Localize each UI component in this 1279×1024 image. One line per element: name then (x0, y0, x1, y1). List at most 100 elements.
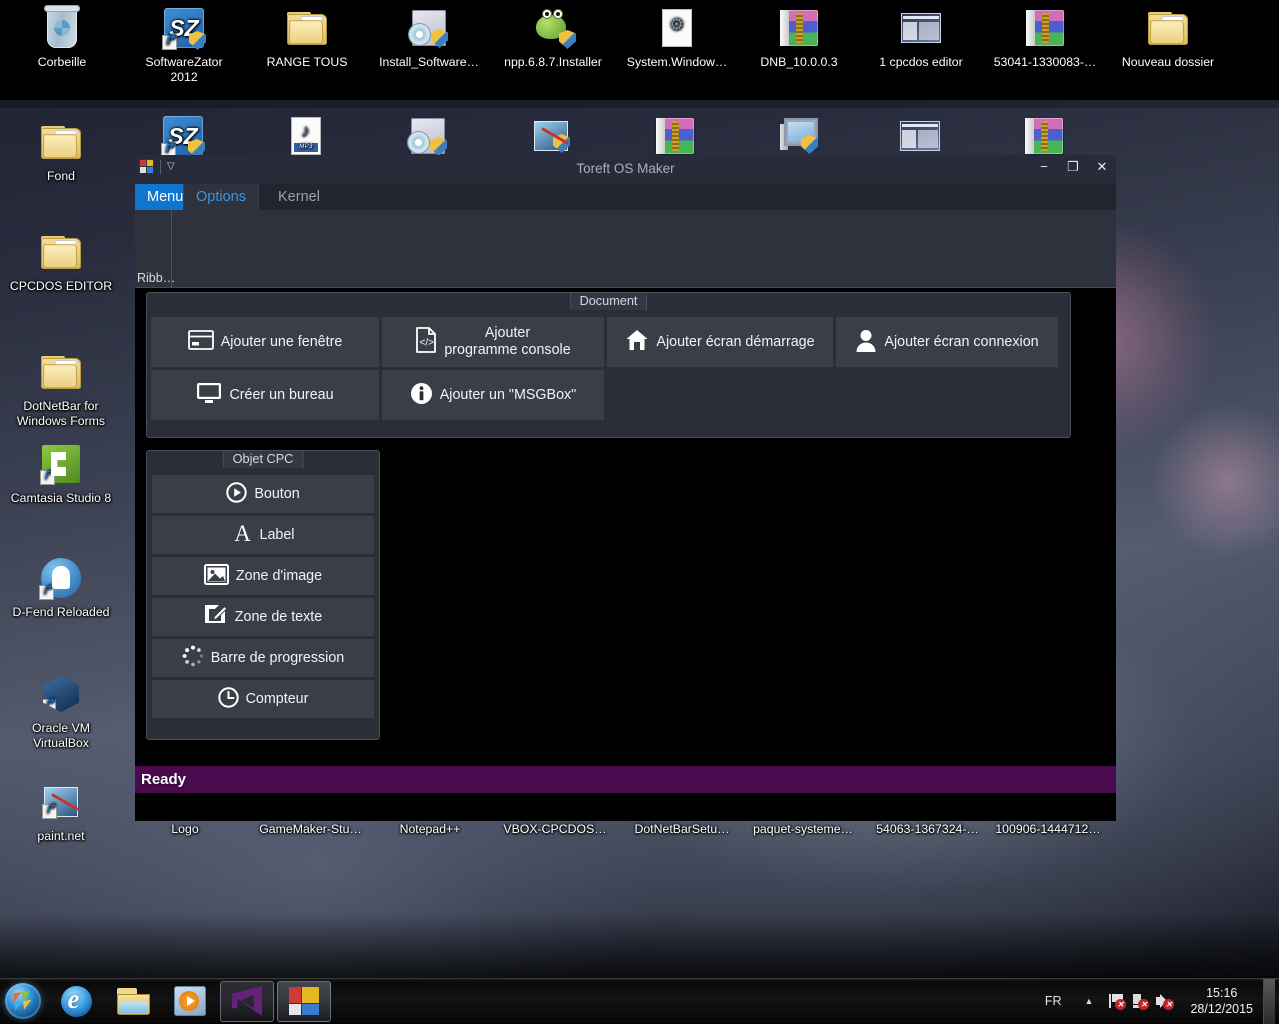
windows-taskbar[interactable]: FR ▲ ✕ ✕ ✕ 15:16 28/12/2015 (0, 978, 1279, 1023)
ribbon-group-label: Ribb… (137, 271, 175, 285)
ribbon-panel-zone: Document Ajouter une fenêtre</>Ajouter p… (135, 288, 1116, 766)
chevron-up-icon[interactable]: ▲ (1074, 996, 1105, 1006)
desktop-icon-label: Fond (9, 169, 113, 184)
tab-kernel[interactable]: Kernel (266, 184, 332, 210)
desktop-icon[interactable]: Oracle VM VirtualBox (9, 670, 113, 750)
winrar-archive-icon (1016, 112, 1072, 160)
document-button-5[interactable]: Créer un bureau (151, 370, 379, 420)
folder-icon (255, 4, 359, 52)
objet-cpc-button-5[interactable]: Barre de progression (152, 639, 374, 677)
ribbon-tabstrip[interactable]: Menu Options Kernel (135, 184, 1116, 210)
desktop-icon[interactable]: Fond (9, 118, 113, 184)
desktop-icon-label: RANGE TOUS (255, 55, 359, 70)
objet-cpc-button-1[interactable]: Bouton (152, 475, 374, 513)
desktop-icon-label: Nouveau dossier (1116, 55, 1220, 70)
desktop-icon[interactable]: npp.6.8.7.Installer (501, 4, 605, 70)
window-controls[interactable]: − ❐ ✕ (1036, 159, 1110, 175)
desktop-icon[interactable]: DNB_10.0.0.3 (747, 4, 851, 70)
screenshot-icon (869, 4, 973, 52)
monitor-icon (196, 382, 222, 408)
play-circle-icon (226, 482, 247, 507)
winrar-archive-icon (993, 4, 1097, 52)
desktop-icon-label: DotNetBar for Windows Forms (9, 399, 113, 428)
taskbar-button-internet-explorer[interactable] (49, 981, 103, 1022)
desktop-icon[interactable]: paint.net (9, 778, 113, 844)
objet-cpc-button-2[interactable]: ALabel (152, 516, 374, 554)
desktop-icon[interactable]: CPCDOS EDITOR (9, 228, 113, 294)
start-orb-icon[interactable] (0, 979, 46, 1023)
desktop-icon-label: Install_Software… (377, 55, 481, 70)
desktop-icon-label: 53041-1330083-… (993, 55, 1097, 70)
panel-objet-cpc-caption: Objet CPC (223, 450, 304, 468)
media-player-icon (174, 986, 206, 1016)
internet-explorer-icon (61, 986, 92, 1017)
folder-icon (9, 228, 113, 276)
mp3-file-icon: ♪MP3 (278, 112, 334, 160)
spinner-icon (182, 645, 204, 671)
desktop-icon[interactable]: Nouveau dossier (1116, 4, 1220, 70)
system-tray[interactable]: FR ▲ ✕ ✕ ✕ 15:16 28/12/2015 (1033, 979, 1279, 1024)
virtualbox-icon (9, 670, 113, 718)
desktop-icon-label: DotNetBarSetu… (618, 822, 746, 837)
desktop-icon-label: 54063-1367324-… (860, 822, 995, 837)
desktop-icon[interactable]: Corbeille (10, 4, 114, 70)
button-label: Ajouter programme console (444, 325, 570, 359)
softwarezator-icon: SZ (132, 4, 236, 52)
home-icon (625, 329, 649, 355)
taskbar-button-windows-explorer[interactable] (106, 981, 160, 1022)
desktop-icon-label: Oracle VM VirtualBox (9, 721, 113, 750)
action-center-flag-icon[interactable]: ✕ (1104, 986, 1128, 1016)
maximize-button[interactable]: ❐ (1065, 159, 1081, 175)
desktop-icon[interactable]: Camtasia Studio 8 (9, 440, 113, 506)
desktop-icon-label: GameMaker-Stu… (248, 822, 373, 837)
desktop-icon-label: Camtasia Studio 8 (9, 491, 113, 506)
close-button[interactable]: ✕ (1094, 159, 1110, 175)
desktop-icon-label: DNB_10.0.0.3 (747, 55, 851, 70)
window-title: Toreft OS Maker (135, 161, 1116, 176)
document-button-1[interactable]: Ajouter une fenêtre (151, 317, 379, 367)
desktop-icon[interactable]: 1 cpcdos editor (869, 4, 973, 70)
document-button-6[interactable]: Ajouter un "MSGBox" (382, 370, 604, 420)
desktop-icon-label: paquet-systeme… (742, 822, 864, 837)
toreft-os-maker-window[interactable]: ▽ Toreft OS Maker − ❐ ✕ Menu Options Ker… (135, 155, 1116, 821)
objet-cpc-button-4[interactable]: Zone de texte (152, 598, 374, 636)
tab-options[interactable]: Options (183, 184, 259, 210)
window-titlebar[interactable]: ▽ Toreft OS Maker − ❐ ✕ (135, 155, 1116, 184)
button-label: Ajouter une fenêtre (221, 334, 343, 351)
taskbar-button-media-player[interactable] (163, 981, 217, 1022)
language-indicator[interactable]: FR (1033, 994, 1074, 1008)
image-icon (204, 564, 229, 589)
desktop-icon[interactable]: D-Fend Reloaded (9, 554, 113, 620)
document-button-3[interactable]: Ajouter écran démarrage (607, 317, 833, 367)
network-icon[interactable]: ✕ (1128, 986, 1152, 1016)
objet-cpc-button-3[interactable]: Zone d'image (152, 557, 374, 595)
minimize-button[interactable]: − (1036, 159, 1052, 175)
taskbar-button-toreft-os-maker[interactable] (277, 981, 331, 1022)
show-desktop-button[interactable] (1263, 979, 1275, 1024)
desktop-icon[interactable]: SZSoftwareZator 2012 (132, 4, 236, 84)
desktop-icon-label: 100906-1444712… (984, 822, 1112, 837)
desktop-icon-label: D-Fend Reloaded (9, 605, 113, 620)
button-label: Zone d'image (236, 568, 322, 585)
code-file-icon: </> (415, 327, 437, 357)
volume-icon[interactable]: ✕ (1152, 986, 1176, 1016)
visual-studio-icon (232, 986, 262, 1016)
status-text: Ready (135, 771, 186, 788)
notepadpp-installer-icon (501, 4, 605, 52)
button-label: Bouton (254, 486, 299, 503)
button-label: Ajouter écran connexion (884, 334, 1038, 351)
desktop-icon[interactable]: Install_Software… (377, 4, 481, 70)
objet-cpc-button-6[interactable]: Compteur (152, 680, 374, 718)
desktop-icon[interactable]: DotNetBar for Windows Forms (9, 348, 113, 428)
paintnet-icon (9, 778, 113, 826)
clock[interactable]: 15:16 28/12/2015 (1176, 985, 1263, 1017)
desktop-icon-label: Notepad++ (382, 822, 478, 837)
document-button-2[interactable]: </> Ajouter programme console (382, 317, 604, 367)
desktop-icon-label: CPCDOS EDITOR (9, 279, 113, 294)
panel-objet-cpc: Objet CPC Bouton ALabel Zone d'image Zone d… (146, 450, 380, 740)
document-button-4[interactable]: Ajouter écran connexion (836, 317, 1058, 367)
taskbar-button-visual-studio[interactable] (220, 981, 274, 1022)
desktop-icon[interactable]: System.Window… (625, 4, 729, 70)
desktop-icon[interactable]: RANGE TOUS (255, 4, 359, 70)
desktop-icon[interactable]: 53041-1330083-… (993, 4, 1097, 70)
